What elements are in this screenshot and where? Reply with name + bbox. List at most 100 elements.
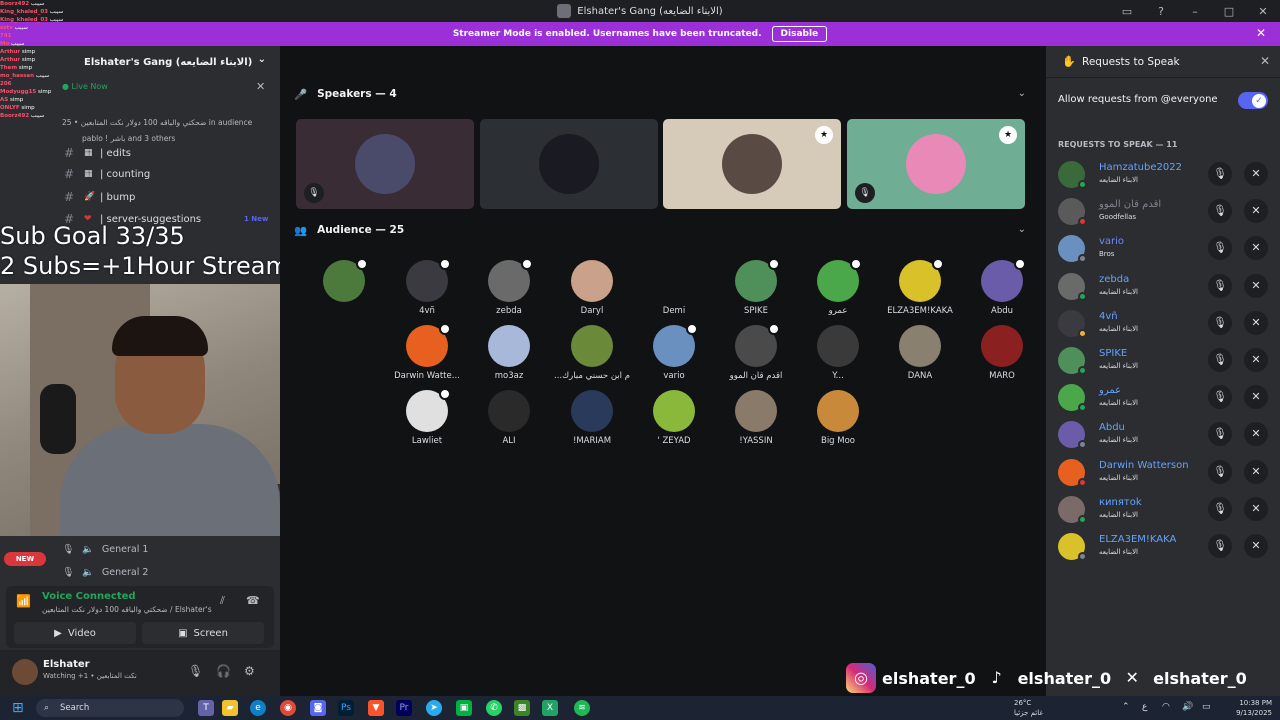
avatar[interactable] bbox=[488, 325, 530, 367]
speaker-card[interactable]: ★ bbox=[663, 119, 841, 209]
settings-gear-icon[interactable]: ⚙ bbox=[244, 664, 255, 678]
audience-member[interactable]: zebda bbox=[469, 258, 549, 316]
audience-member[interactable]: ELZA3EM!KAKA bbox=[880, 258, 960, 316]
audience-member[interactable]: Daryl bbox=[552, 260, 632, 316]
chevron-down-icon[interactable]: ⌄ bbox=[258, 54, 266, 65]
disable-button[interactable]: Disable bbox=[771, 26, 828, 42]
avatar[interactable] bbox=[539, 134, 599, 194]
speaker-card[interactable]: ★ 🎙 bbox=[847, 119, 1025, 209]
dismiss-request-icon[interactable]: ✕ bbox=[1244, 273, 1268, 298]
dismiss-request-icon[interactable]: ✕ bbox=[1244, 534, 1268, 558]
avatar[interactable] bbox=[981, 258, 1026, 302]
audience-member[interactable]: Abdu bbox=[962, 258, 1042, 316]
request-username[interactable]: ELZA3EM!KAKA bbox=[1099, 534, 1176, 545]
avatar[interactable] bbox=[722, 134, 782, 194]
edge-icon[interactable]: e bbox=[250, 700, 266, 716]
audience-member[interactable]: DANA bbox=[880, 325, 960, 381]
taskbar-search[interactable]: ⌕ Search bbox=[36, 699, 184, 717]
avatar[interactable] bbox=[899, 325, 941, 367]
request-username[interactable]: اقدم قان الموو bbox=[1099, 199, 1161, 210]
chrome-icon[interactable]: ◉ bbox=[280, 700, 296, 716]
dismiss-request-icon[interactable]: ✕ bbox=[1244, 162, 1268, 186]
dismiss-request-icon[interactable]: ✕ bbox=[1244, 459, 1268, 484]
spotify-icon[interactable]: ≋ bbox=[574, 700, 590, 716]
invite-to-speak-icon[interactable]: 🎙 bbox=[1208, 199, 1232, 224]
close-icon[interactable]: ✕ bbox=[1246, 5, 1280, 18]
inbox-icon[interactable]: ▭ bbox=[1110, 5, 1144, 18]
invite-to-speak-icon[interactable]: 🎙 bbox=[1208, 348, 1232, 372]
audience-member[interactable]: !MARIAM bbox=[552, 390, 632, 446]
wifi-icon[interactable]: ◠ bbox=[1162, 702, 1170, 712]
audience-member[interactable]: mo3az bbox=[469, 325, 549, 381]
avatar[interactable] bbox=[12, 659, 38, 685]
audience-member[interactable]: عمرو bbox=[798, 258, 878, 316]
request-username[interactable]: SPIKE bbox=[1099, 348, 1127, 359]
speaker-card[interactable]: 🎙 bbox=[296, 119, 474, 209]
avatar[interactable] bbox=[906, 134, 966, 194]
maximize-icon[interactable]: □ bbox=[1212, 5, 1246, 18]
discord-icon[interactable]: ◙ bbox=[310, 700, 326, 716]
audience-member[interactable]: Big Moo bbox=[798, 390, 878, 446]
avatar[interactable] bbox=[571, 325, 613, 367]
avatar[interactable] bbox=[571, 260, 613, 302]
banner-close-icon[interactable]: ✕ bbox=[1256, 26, 1266, 40]
battery-icon[interactable]: ▭ bbox=[1202, 702, 1211, 712]
close-icon[interactable]: ✕ bbox=[1260, 54, 1270, 68]
username[interactable]: Elshater bbox=[43, 659, 90, 670]
voice-connected-subtitle[interactable]: ضحكتي والباقه 100 دولار نكت المتابعين / … bbox=[42, 605, 212, 614]
telegram-icon[interactable]: ➤ bbox=[426, 700, 442, 716]
audience-member[interactable]: 4vñ bbox=[387, 258, 467, 316]
noise-suppression-icon[interactable]: ⫽ bbox=[220, 594, 225, 608]
request-username[interactable]: Darwin Watterson bbox=[1099, 460, 1189, 471]
invite-to-speak-icon[interactable]: 🎙 bbox=[1208, 496, 1232, 521]
audience-member[interactable]: Darwin Watte... bbox=[387, 323, 467, 381]
avatar[interactable] bbox=[488, 258, 533, 302]
audience-member[interactable]: Lawliet bbox=[387, 388, 467, 446]
brave-icon[interactable]: ▼ bbox=[368, 700, 384, 716]
avatar[interactable] bbox=[571, 390, 613, 432]
dismiss-request-icon[interactable]: ✕ bbox=[1244, 199, 1268, 224]
voice-channel-general-1[interactable]: 🎙 🔈 General 1 bbox=[62, 544, 148, 555]
tray-chevron-icon[interactable]: ⌃ bbox=[1122, 702, 1130, 712]
language-indicator[interactable]: ع bbox=[1142, 702, 1147, 712]
avatar[interactable] bbox=[355, 134, 415, 194]
whatsapp-icon[interactable]: ✆ bbox=[486, 700, 502, 716]
audience-header[interactable]: 👥 Audience — 25 bbox=[294, 220, 404, 240]
allow-requests-toggle[interactable] bbox=[1238, 92, 1268, 109]
audience-member[interactable]: vario bbox=[634, 323, 714, 381]
mic-icon[interactable]: 🎙 bbox=[188, 664, 203, 678]
speakers-header[interactable]: 🎤 Speakers — 4 bbox=[294, 84, 397, 104]
avatar[interactable] bbox=[735, 258, 780, 302]
avatar[interactable] bbox=[653, 323, 698, 367]
clock[interactable]: 10:38 PM 9/13/2025 bbox=[1228, 698, 1272, 718]
voice-channel-general-2[interactable]: 🎙 🔈 General 2 bbox=[62, 567, 148, 578]
chevron-down-icon[interactable]: ⌄ bbox=[1018, 224, 1026, 235]
dismiss-request-icon[interactable]: ✕ bbox=[1244, 496, 1268, 521]
request-username[interactable]: zebda bbox=[1099, 274, 1129, 285]
avatar[interactable] bbox=[323, 258, 368, 302]
invite-to-speak-icon[interactable]: 🎙 bbox=[1208, 385, 1232, 410]
dismiss-request-icon[interactable]: ✕ bbox=[1244, 236, 1268, 261]
dismiss-request-icon[interactable]: ✕ bbox=[1244, 385, 1268, 410]
audience-member[interactable]: Demi bbox=[634, 260, 714, 316]
avatar[interactable] bbox=[406, 258, 451, 302]
minimize-icon[interactable]: – bbox=[1178, 5, 1212, 18]
dismiss-request-icon[interactable]: ✕ bbox=[1244, 348, 1268, 372]
avatar[interactable] bbox=[406, 388, 451, 432]
screen-share-button[interactable]: ▣ Screen bbox=[142, 622, 264, 644]
chevron-down-icon[interactable]: ⌄ bbox=[1018, 88, 1026, 99]
request-username[interactable]: عمرو bbox=[1099, 385, 1121, 396]
windows-start-icon[interactable]: ⊞ bbox=[12, 700, 28, 716]
invite-to-speak-icon[interactable]: 🎙 bbox=[1208, 273, 1232, 298]
avatar[interactable] bbox=[735, 390, 777, 432]
dismiss-request-icon[interactable]: ✕ bbox=[1244, 422, 1268, 447]
invite-to-speak-icon[interactable]: 🎙 bbox=[1208, 162, 1232, 186]
invite-to-speak-icon[interactable]: 🎙 bbox=[1208, 459, 1232, 484]
avatar[interactable] bbox=[981, 325, 1023, 367]
audience-member[interactable] bbox=[304, 258, 384, 306]
premiere-icon[interactable]: Pr bbox=[396, 700, 412, 716]
invite-to-speak-icon[interactable]: 🎙 bbox=[1208, 236, 1232, 261]
video-button[interactable]: ▶ Video bbox=[14, 622, 136, 644]
request-username[interactable]: 4vñ bbox=[1099, 311, 1118, 322]
audience-member[interactable]: !YASSIN bbox=[716, 390, 796, 446]
